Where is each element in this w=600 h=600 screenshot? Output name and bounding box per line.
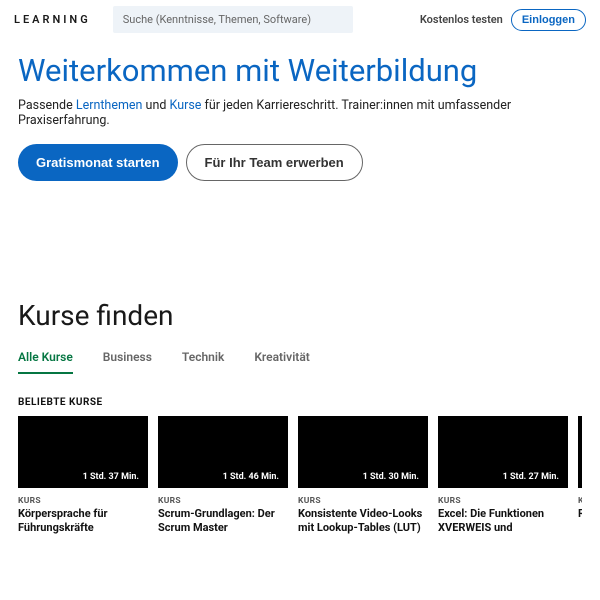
course-type-label: KURS bbox=[298, 496, 428, 506]
section-heading: Kurse finden bbox=[18, 299, 582, 332]
spacer bbox=[0, 209, 600, 279]
header-actions: Kostenlos testen Einloggen bbox=[420, 9, 586, 31]
course-card[interactable]: KU R bbox=[578, 416, 582, 535]
duration-badge: 1 Std. 27 Min. bbox=[498, 470, 564, 484]
course-title: R bbox=[578, 507, 582, 521]
logo: LEARNING bbox=[14, 13, 91, 26]
subhead: BELIEBTE KURSE bbox=[18, 397, 582, 408]
course-card[interactable]: 1 Std. 37 Min. KURS Körpersprache für Fü… bbox=[18, 416, 148, 535]
course-card[interactable]: 1 Std. 46 Min. KURS Scrum-Grundlagen: De… bbox=[158, 416, 288, 535]
course-title: Konsistente Video-Looks mit Lookup-Table… bbox=[298, 507, 428, 535]
trial-link[interactable]: Kostenlos testen bbox=[420, 13, 503, 26]
tab-all[interactable]: Alle Kurse bbox=[18, 350, 73, 374]
hero: Weiterkommen mit Weiterbildung Passende … bbox=[0, 40, 600, 209]
search-input[interactable]: Suche (Kenntnisse, Themen, Software) bbox=[113, 6, 353, 33]
course-cards: 1 Std. 37 Min. KURS Körpersprache für Fü… bbox=[18, 416, 582, 535]
hero-subtitle: Passende Lernthemen und Kurse für jeden … bbox=[18, 98, 582, 128]
topics-link[interactable]: Lernthemen bbox=[76, 98, 143, 113]
courses-section: Kurse finden Alle Kurse Business Technik… bbox=[0, 279, 600, 535]
start-free-month-button[interactable]: Gratismonat starten bbox=[18, 144, 178, 181]
duration-badge: 1 Std. 46 Min. bbox=[218, 470, 284, 484]
course-card[interactable]: 1 Std. 30 Min. KURS Konsistente Video-Lo… bbox=[298, 416, 428, 535]
course-thumbnail: 1 Std. 27 Min. bbox=[438, 416, 568, 488]
tab-tech[interactable]: Technik bbox=[182, 350, 224, 374]
course-thumbnail: 1 Std. 30 Min. bbox=[298, 416, 428, 488]
header: LEARNING Suche (Kenntnisse, Themen, Soft… bbox=[0, 0, 600, 40]
team-purchase-button[interactable]: Für Ihr Team erwerben bbox=[186, 144, 363, 181]
course-type-label: KURS bbox=[438, 496, 568, 506]
course-card[interactable]: 1 Std. 27 Min. KURS Excel: Die Funktione… bbox=[438, 416, 568, 535]
tab-business[interactable]: Business bbox=[103, 350, 152, 374]
tabs: Alle Kurse Business Technik Kreativität bbox=[18, 350, 582, 375]
course-type-label: KURS bbox=[18, 496, 148, 506]
course-thumbnail bbox=[578, 416, 582, 488]
course-thumbnail: 1 Std. 46 Min. bbox=[158, 416, 288, 488]
duration-badge: 1 Std. 30 Min. bbox=[358, 470, 424, 484]
tab-creative[interactable]: Kreativität bbox=[254, 350, 310, 374]
course-title: Excel: Die Funktionen XVERWEIS und bbox=[438, 507, 568, 535]
login-button[interactable]: Einloggen bbox=[511, 9, 586, 31]
duration-badge: 1 Std. 37 Min. bbox=[78, 470, 144, 484]
cta-row: Gratismonat starten Für Ihr Team erwerbe… bbox=[18, 144, 582, 181]
course-thumbnail: 1 Std. 37 Min. bbox=[18, 416, 148, 488]
hero-title: Weiterkommen mit Weiterbildung bbox=[18, 54, 582, 88]
course-title: Scrum-Grundlagen: Der Scrum Master bbox=[158, 507, 288, 535]
course-type-label: KURS bbox=[158, 496, 288, 506]
courses-link[interactable]: Kurse bbox=[170, 98, 202, 113]
course-title: Körpersprache für Führungskräfte bbox=[18, 507, 148, 535]
course-type-label: KU bbox=[578, 496, 582, 506]
